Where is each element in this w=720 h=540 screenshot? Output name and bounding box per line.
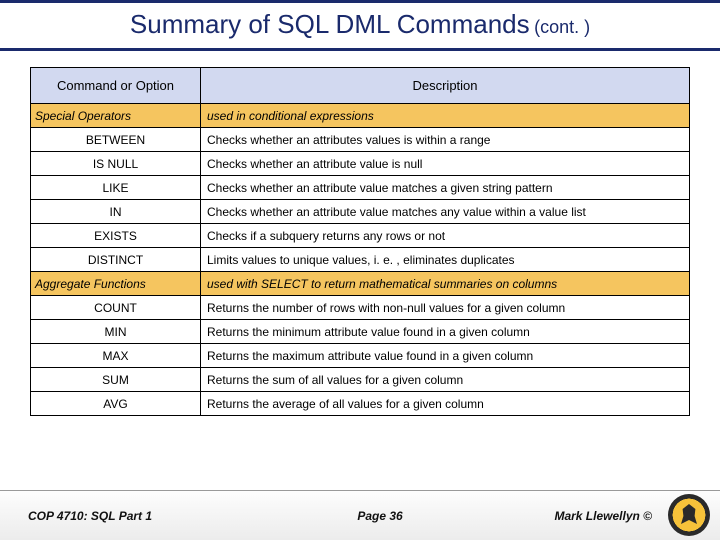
cmd-cell: MIN bbox=[31, 320, 201, 344]
header-command: Command or Option bbox=[31, 68, 201, 104]
desc-cell: Returns the maximum attribute value foun… bbox=[201, 344, 690, 368]
cmd-cell: COUNT bbox=[31, 296, 201, 320]
header-description: Description bbox=[201, 68, 690, 104]
desc-cell: Checks whether an attributes values is w… bbox=[201, 128, 690, 152]
desc-cell: Checks whether an attribute value matche… bbox=[201, 200, 690, 224]
desc-cell: Returns the average of all values for a … bbox=[201, 392, 690, 416]
desc-cell: Checks if a subquery returns any rows or… bbox=[201, 224, 690, 248]
table-row: MAXReturns the maximum attribute value f… bbox=[31, 344, 690, 368]
table-row: BETWEENChecks whether an attributes valu… bbox=[31, 128, 690, 152]
section-desc: used in conditional expressions bbox=[201, 104, 690, 128]
footer: COP 4710: SQL Part 1 Page 36 Mark Llewel… bbox=[0, 490, 720, 540]
section-name: Aggregate Functions bbox=[31, 272, 201, 296]
cmd-cell: MAX bbox=[31, 344, 201, 368]
table-row: LIKEChecks whether an attribute value ma… bbox=[31, 176, 690, 200]
cmd-cell: IN bbox=[31, 200, 201, 224]
title-bar: Summary of SQL DML Commands (cont. ) bbox=[0, 0, 720, 51]
section-row: Aggregate Functions used with SELECT to … bbox=[31, 272, 690, 296]
cmd-cell: EXISTS bbox=[31, 224, 201, 248]
table-container: Command or Option Description Special Op… bbox=[0, 51, 720, 416]
section-name: Special Operators bbox=[31, 104, 201, 128]
cmd-cell: BETWEEN bbox=[31, 128, 201, 152]
page-title-cont: (cont. ) bbox=[534, 17, 590, 37]
page-title: Summary of SQL DML Commands bbox=[130, 9, 530, 39]
footer-inner: COP 4710: SQL Part 1 Page 36 Mark Llewel… bbox=[0, 491, 720, 540]
table-row: DISTINCTLimits values to unique values, … bbox=[31, 248, 690, 272]
table-header-row: Command or Option Description bbox=[31, 68, 690, 104]
cmd-cell: SUM bbox=[31, 368, 201, 392]
footer-course: COP 4710: SQL Part 1 bbox=[28, 509, 238, 523]
table-row: MINReturns the minimum attribute value f… bbox=[31, 320, 690, 344]
desc-cell: Limits values to unique values, i. e. , … bbox=[201, 248, 690, 272]
desc-cell: Returns the sum of all values for a give… bbox=[201, 368, 690, 392]
table-row: AVGReturns the average of all values for… bbox=[31, 392, 690, 416]
desc-cell: Checks whether an attribute value is nul… bbox=[201, 152, 690, 176]
desc-cell: Returns the number of rows with non-null… bbox=[201, 296, 690, 320]
cmd-cell: IS NULL bbox=[31, 152, 201, 176]
section-desc: used with SELECT to return mathematical … bbox=[201, 272, 690, 296]
table-row: SUMReturns the sum of all values for a g… bbox=[31, 368, 690, 392]
table-row: INChecks whether an attribute value matc… bbox=[31, 200, 690, 224]
cmd-cell: DISTINCT bbox=[31, 248, 201, 272]
ucf-logo-icon bbox=[668, 494, 710, 536]
desc-cell: Returns the minimum attribute value foun… bbox=[201, 320, 690, 344]
table-row: COUNTReturns the number of rows with non… bbox=[31, 296, 690, 320]
footer-page: Page 36 bbox=[238, 509, 522, 523]
cmd-cell: AVG bbox=[31, 392, 201, 416]
commands-table: Command or Option Description Special Op… bbox=[30, 67, 690, 416]
section-row: Special Operators used in conditional ex… bbox=[31, 104, 690, 128]
cmd-cell: LIKE bbox=[31, 176, 201, 200]
desc-cell: Checks whether an attribute value matche… bbox=[201, 176, 690, 200]
table-row: EXISTSChecks if a subquery returns any r… bbox=[31, 224, 690, 248]
table-row: IS NULLChecks whether an attribute value… bbox=[31, 152, 690, 176]
